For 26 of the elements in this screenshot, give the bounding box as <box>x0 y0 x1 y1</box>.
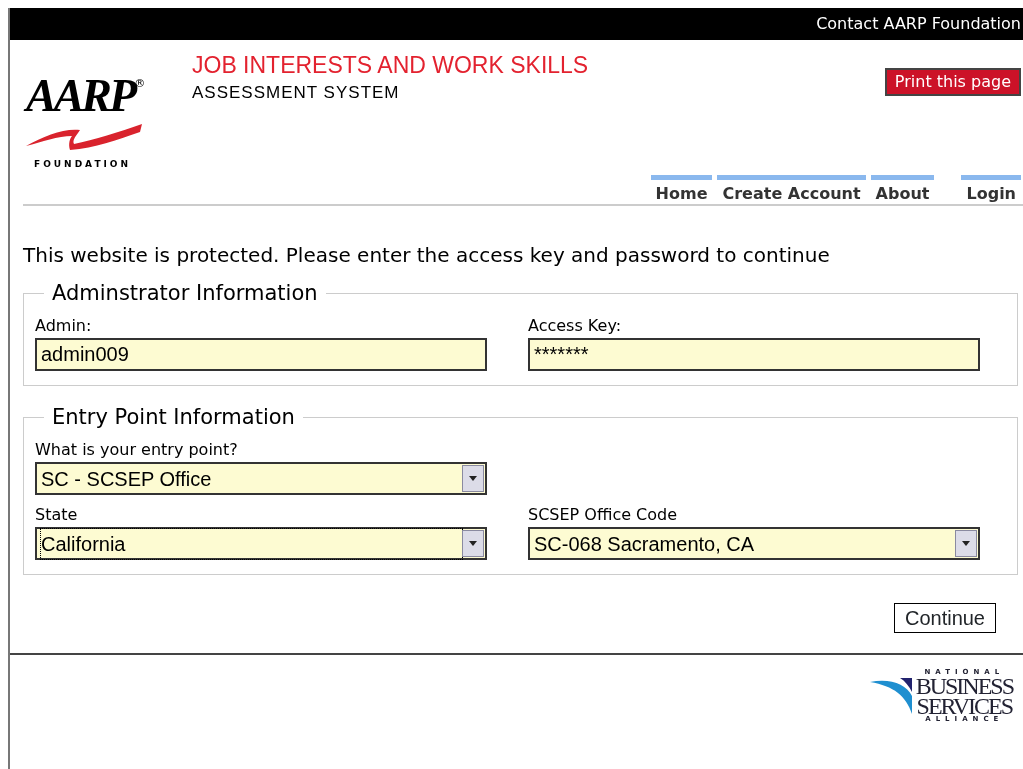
continue-button[interactable]: Continue <box>893 603 996 633</box>
section-legend: Entry Point Information <box>44 404 303 430</box>
intro-text: This website is protected. Please enter the access key and password to continue <box>23 243 830 267</box>
swoosh-icon <box>869 676 914 716</box>
text-field[interactable]: admin009 <box>35 338 487 371</box>
nav-tab[interactable]: Home <box>650 175 713 204</box>
contact-link[interactable]: Contact AARP Foundation <box>816 12 1021 36</box>
field-label: SCSEP Office Code <box>528 506 678 524</box>
field-label: Access Key: <box>528 317 622 335</box>
nav-tab[interactable]: About <box>870 175 935 204</box>
logo-text: BUSINESS <box>915 676 1013 696</box>
select-field[interactable]: SC - SCSEP Office <box>35 462 487 495</box>
select-field[interactable]: California <box>35 527 487 560</box>
nav-tab[interactable]: Create Account <box>717 175 866 204</box>
text-field[interactable]: ******* <box>528 338 980 371</box>
site-subtitle: ASSESSMENT SYSTEM <box>192 82 400 104</box>
field-label: State <box>35 506 78 524</box>
section-legend: Adminstrator Information <box>44 280 326 306</box>
logo-text: SERVICES <box>916 696 1013 716</box>
site-title: JOB INTERESTS AND WORK SKILLS <box>192 52 589 78</box>
logo-tagline: FOUNDATION <box>34 158 132 171</box>
field-label: What is your entry point? <box>35 441 238 459</box>
print-button[interactable]: Print this page <box>884 68 1021 96</box>
select-field[interactable]: SC-068 Sacramento, CA <box>528 527 980 560</box>
field-label: Admin: <box>35 317 92 335</box>
nav-tab[interactable]: Login <box>961 175 1021 204</box>
